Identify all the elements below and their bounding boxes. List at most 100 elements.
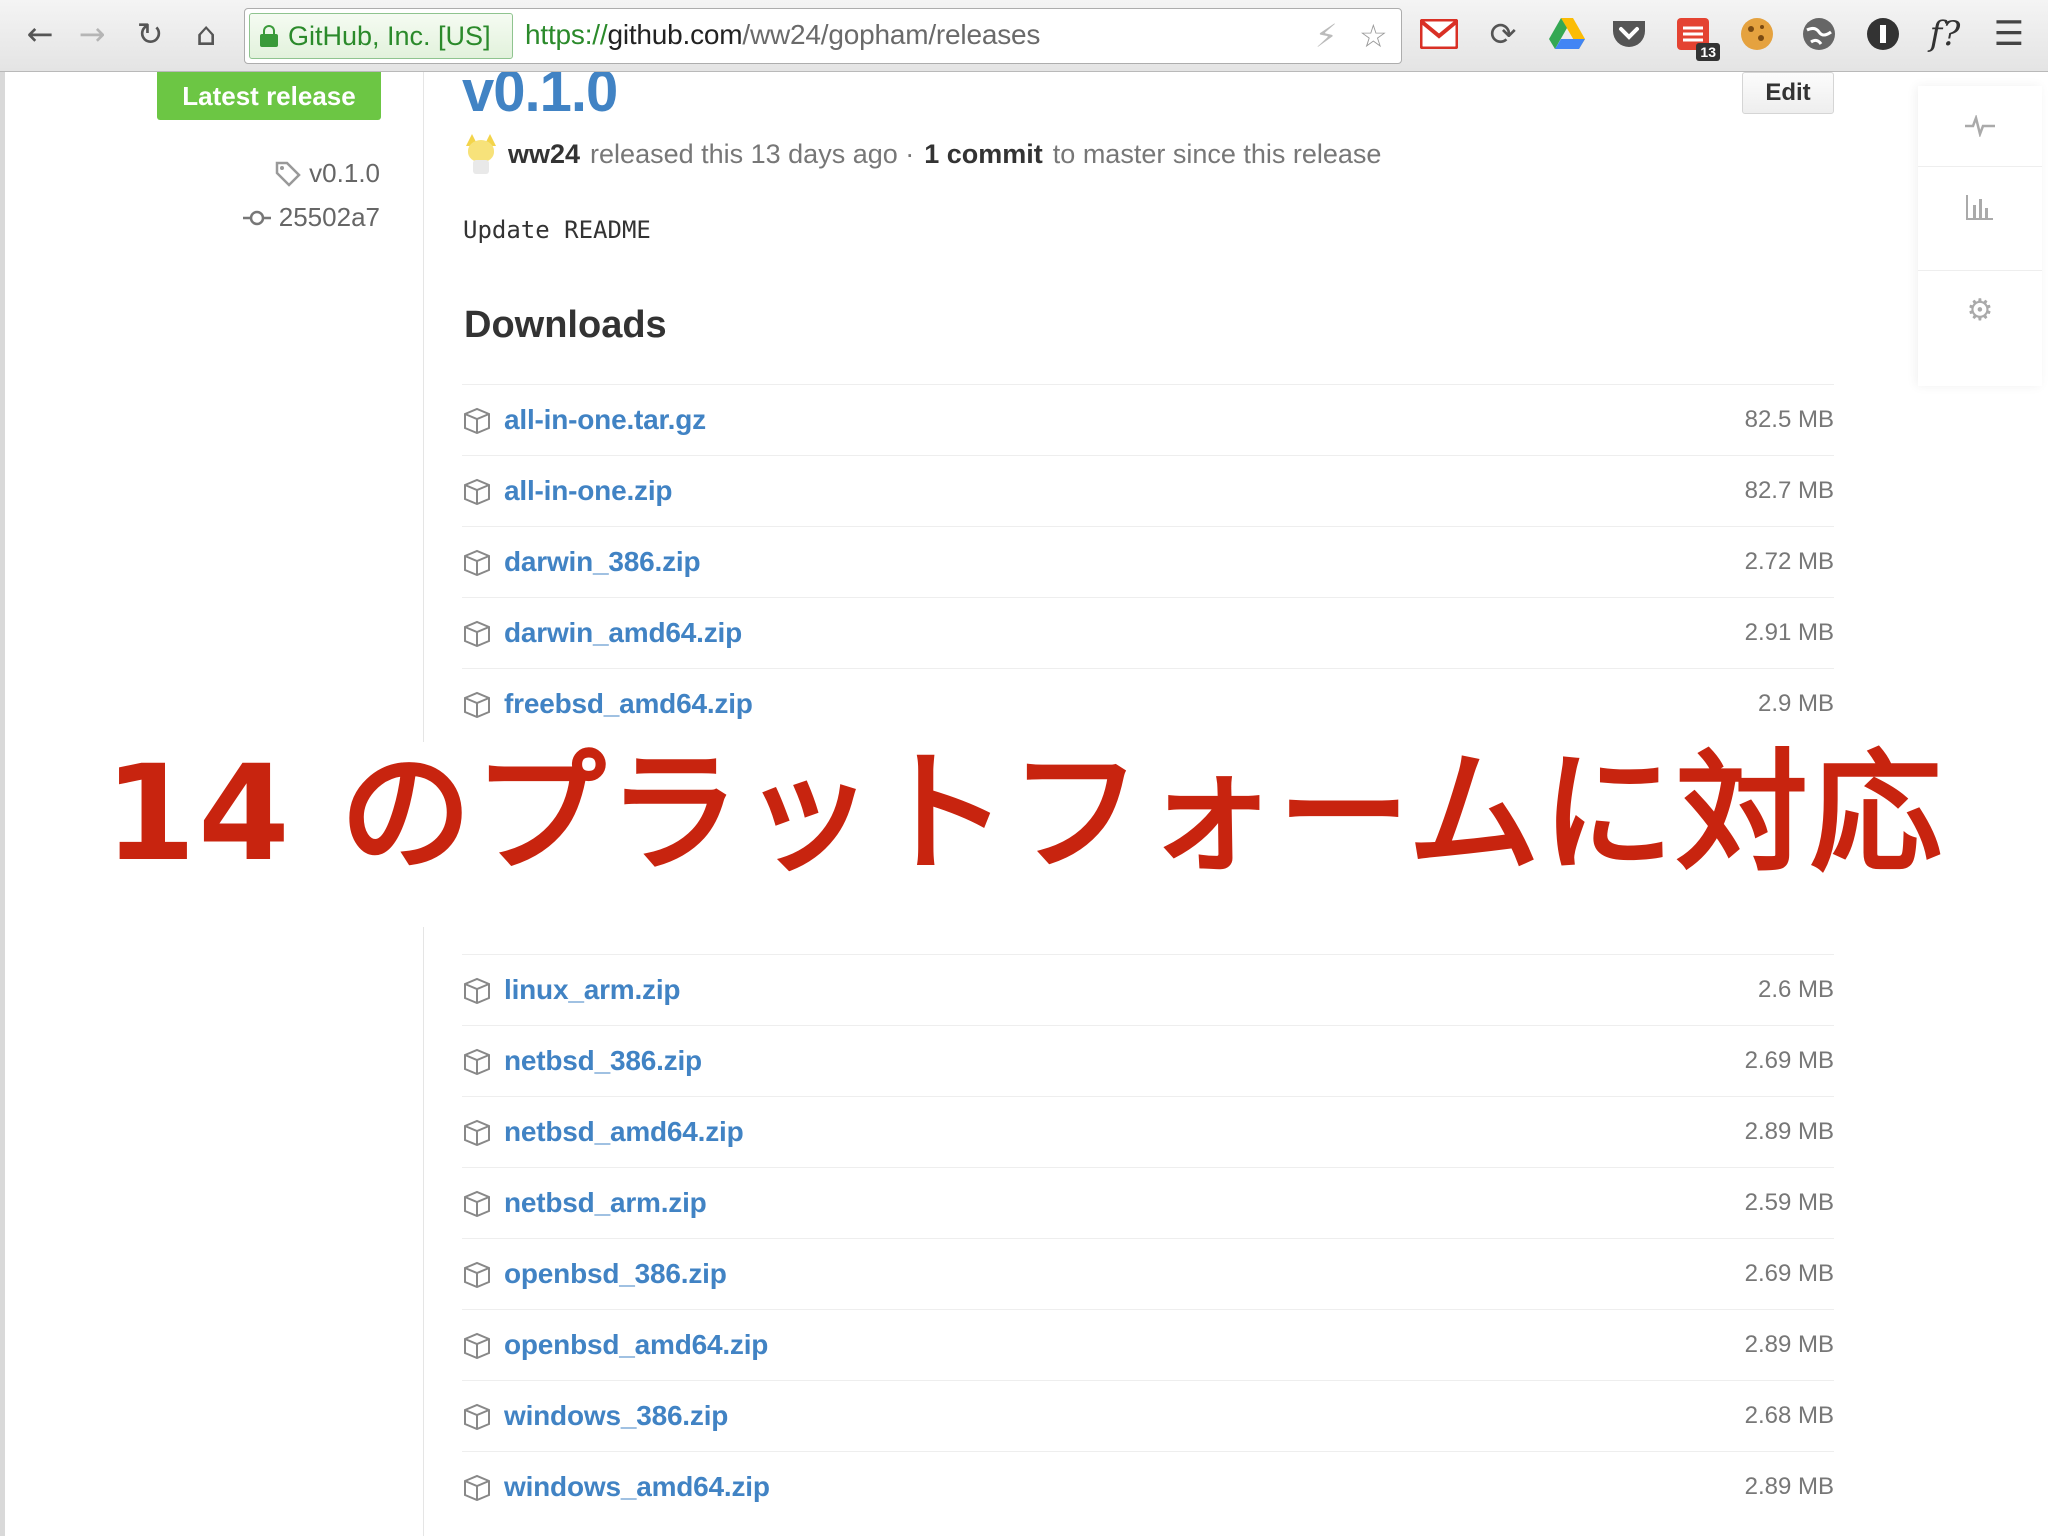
reload-icon[interactable]: ↻ bbox=[130, 14, 170, 54]
package-icon bbox=[462, 406, 492, 435]
release-tag[interactable]: v0.1.0 bbox=[275, 158, 380, 189]
ev-certificate-label: GitHub, Inc. [US] bbox=[288, 20, 491, 51]
download-size: 2.91 MB bbox=[1744, 619, 1834, 646]
release-author[interactable]: ww24 bbox=[508, 139, 580, 170]
download-link[interactable]: all-in-one.tar.gz bbox=[504, 404, 706, 436]
package-icon bbox=[462, 477, 492, 506]
address-bar[interactable]: GitHub, Inc. [US] https://github.com/ww2… bbox=[244, 8, 1402, 64]
download-row: openbsd_386.zip 2.69 MB bbox=[462, 1238, 1834, 1309]
url-host: github.com bbox=[607, 19, 743, 50]
sync-icon[interactable]: ⟳ bbox=[1482, 13, 1524, 55]
todoist-badge: 13 bbox=[1696, 43, 1720, 61]
browser-toolbar: ← → ↻ ⌂ GitHub, Inc. [US] https://github… bbox=[0, 0, 2048, 72]
drive-icon[interactable] bbox=[1546, 13, 1588, 55]
slide-caption: 14 のプラットフォームに対応 bbox=[104, 737, 1944, 891]
globe-icon[interactable] bbox=[1798, 13, 1840, 55]
download-size: 2.69 MB bbox=[1744, 1047, 1834, 1074]
pocket-icon[interactable] bbox=[1608, 13, 1650, 55]
download-link[interactable]: windows_386.zip bbox=[504, 1400, 728, 1432]
download-link[interactable]: netbsd_amd64.zip bbox=[504, 1116, 744, 1148]
forward-arrow-icon[interactable]: → bbox=[72, 14, 112, 54]
download-row: windows_386.zip 2.68 MB bbox=[462, 1380, 1834, 1451]
download-size: 2.89 MB bbox=[1744, 1118, 1834, 1145]
package-icon bbox=[462, 619, 492, 648]
bookmark-star-icon[interactable]: ☆ bbox=[1359, 17, 1388, 55]
download-row: all-in-one.tar.gz 82.5 MB bbox=[462, 384, 1834, 455]
release-notes: Update README bbox=[463, 216, 651, 244]
release-tag-label: v0.1.0 bbox=[309, 158, 380, 188]
download-size: 2.72 MB bbox=[1744, 548, 1834, 575]
package-icon bbox=[462, 1260, 492, 1289]
pulse-icon[interactable] bbox=[1918, 86, 2042, 166]
download-link[interactable]: netbsd_arm.zip bbox=[504, 1187, 707, 1219]
package-icon bbox=[462, 548, 492, 577]
download-link[interactable]: darwin_amd64.zip bbox=[504, 617, 742, 649]
package-icon bbox=[462, 1189, 492, 1218]
package-icon bbox=[462, 1118, 492, 1147]
1d-icon[interactable] bbox=[1862, 13, 1904, 55]
url-text[interactable]: https://github.com/ww24/gopham/releases bbox=[525, 19, 1040, 51]
release-commit[interactable]: 25502a7 bbox=[242, 202, 380, 233]
package-icon bbox=[462, 1047, 492, 1076]
package-icon bbox=[462, 976, 492, 1005]
fonts-icon-label: f? bbox=[1929, 14, 1961, 54]
edit-release-button[interactable]: Edit bbox=[1742, 72, 1834, 114]
package-icon bbox=[462, 1402, 492, 1431]
ev-certificate-badge[interactable]: GitHub, Inc. [US] bbox=[249, 13, 513, 59]
download-link[interactable]: linux_arm.zip bbox=[504, 974, 681, 1006]
download-link[interactable]: netbsd_386.zip bbox=[504, 1045, 702, 1077]
download-row: netbsd_amd64.zip 2.89 MB bbox=[462, 1096, 1834, 1167]
download-size: 2.59 MB bbox=[1744, 1189, 1834, 1216]
back-arrow-icon[interactable]: ← bbox=[20, 14, 60, 54]
download-row: darwin_386.zip 2.72 MB bbox=[462, 526, 1834, 597]
latest-release-label: Latest release bbox=[157, 72, 381, 120]
commit-icon bbox=[242, 210, 271, 225]
download-size: 2.9 MB bbox=[1757, 690, 1834, 717]
tag-icon bbox=[275, 161, 301, 187]
download-size: 2.89 MB bbox=[1744, 1331, 1834, 1358]
download-row: all-in-one.zip 82.7 MB bbox=[462, 455, 1834, 526]
commits-count[interactable]: 1 commit bbox=[924, 139, 1043, 170]
download-row: linux_arm.zip 2.6 MB bbox=[462, 954, 1834, 1025]
graphs-icon[interactable] bbox=[1918, 166, 2042, 246]
download-link[interactable]: windows_amd64.zip bbox=[504, 1471, 770, 1503]
download-row: netbsd_386.zip 2.69 MB bbox=[462, 1025, 1834, 1096]
download-link[interactable]: openbsd_386.zip bbox=[504, 1258, 727, 1290]
home-icon[interactable]: ⌂ bbox=[186, 14, 226, 54]
download-size: 2.68 MB bbox=[1744, 1402, 1834, 1429]
commits-suffix: to master since this release bbox=[1052, 138, 1382, 169]
download-link[interactable]: darwin_386.zip bbox=[504, 546, 701, 578]
release-title[interactable]: v0.1.0 bbox=[462, 72, 618, 125]
menu-icon[interactable]: ☰ bbox=[1988, 13, 2030, 55]
downloads-list: all-in-one.tar.gz 82.5 MB all-in-one.zip 82… bbox=[462, 384, 1834, 739]
download-row: darwin_amd64.zip 2.91 MB bbox=[462, 597, 1834, 668]
download-size: 2.69 MB bbox=[1744, 1260, 1834, 1287]
release-commit-sha: 25502a7 bbox=[278, 202, 380, 232]
lightning-icon[interactable]: ⚡ bbox=[1315, 17, 1337, 55]
package-icon bbox=[462, 690, 492, 719]
package-icon bbox=[462, 1331, 492, 1360]
settings-gear-icon[interactable]: ⚙ bbox=[1918, 270, 2042, 350]
repo-nav-rail: ⚙ bbox=[1918, 86, 2042, 386]
todoist-icon[interactable]: 13 bbox=[1672, 13, 1720, 61]
download-link[interactable]: openbsd_amd64.zip bbox=[504, 1329, 768, 1361]
download-row: netbsd_arm.zip 2.59 MB bbox=[462, 1167, 1834, 1238]
downloads-heading: Downloads bbox=[464, 304, 667, 346]
download-size: 82.7 MB bbox=[1744, 477, 1834, 504]
download-size: 2.89 MB bbox=[1744, 1473, 1834, 1500]
package-icon bbox=[462, 1473, 492, 1502]
gmail-icon[interactable] bbox=[1418, 13, 1460, 55]
cookie-icon[interactable] bbox=[1736, 13, 1778, 55]
avatar[interactable] bbox=[464, 134, 498, 174]
download-size: 2.6 MB bbox=[1757, 976, 1834, 1003]
download-row: openbsd_amd64.zip 2.89 MB bbox=[462, 1309, 1834, 1380]
download-row: freebsd_amd64.zip 2.9 MB bbox=[462, 668, 1834, 739]
download-size: 82.5 MB bbox=[1744, 406, 1834, 433]
download-link[interactable]: all-in-one.zip bbox=[504, 475, 673, 507]
fonts-icon[interactable]: f? bbox=[1924, 13, 1966, 55]
download-row: windows_amd64.zip 2.89 MB bbox=[462, 1451, 1834, 1522]
release-time: released this 13 days ago · bbox=[590, 138, 915, 169]
release-meta: ww24 released this 13 days ago · 1 commi… bbox=[464, 134, 1381, 174]
download-link[interactable]: freebsd_amd64.zip bbox=[504, 688, 753, 720]
url-scheme: https:// bbox=[525, 19, 608, 50]
